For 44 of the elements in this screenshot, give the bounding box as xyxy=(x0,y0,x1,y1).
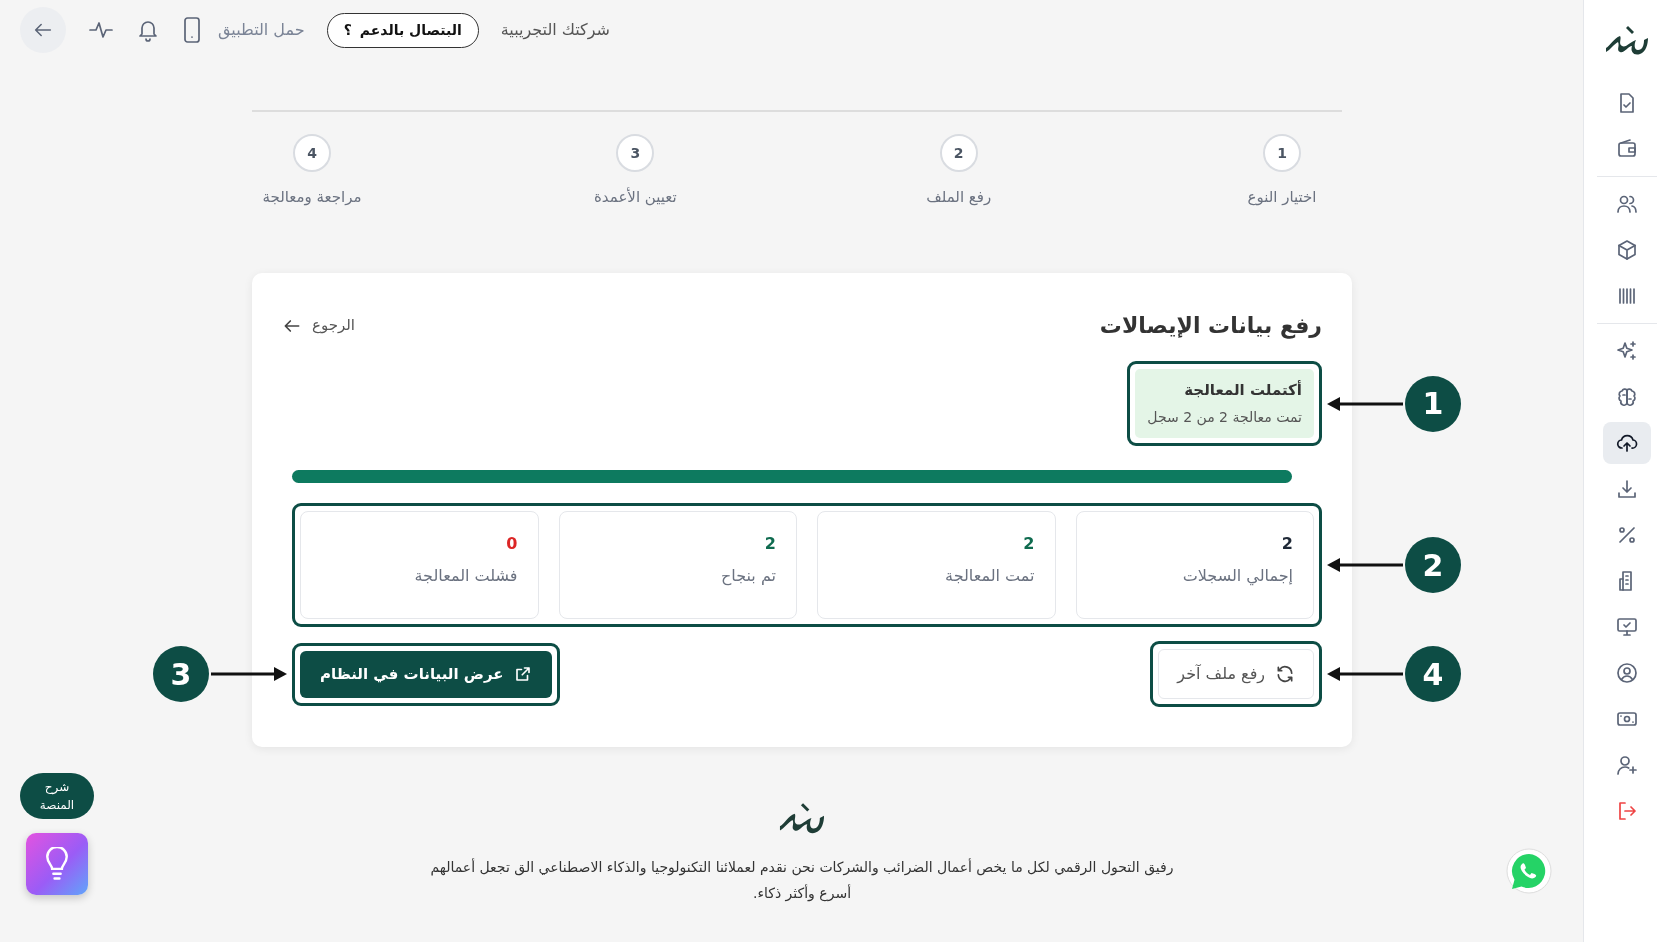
callout-number: 1 xyxy=(1405,375,1461,432)
step-label: مراجعة ومعالجة xyxy=(262,187,362,208)
external-link-icon xyxy=(513,665,532,684)
footer-tagline: رفيق التحول الرقمي لكل ما يخص أعمال الضرائب والشركات نحن نقدم لعملائنا التكنولوجيا والذكاء الاصطناعي الق تجعل أعمالهم أسرع وأكثر ذكاء. xyxy=(429,857,1175,904)
company-name: شركتك التجريبية xyxy=(500,19,610,42)
stat-label: تمت المعالجة xyxy=(944,565,1035,588)
download-app-link[interactable]: حمل التطبيق xyxy=(182,16,305,44)
status-title: أكتملت المعالجة xyxy=(1183,379,1302,401)
stat-value: 2 xyxy=(1022,533,1035,556)
platform-guide-button[interactable]: شرح المنصة xyxy=(20,773,94,819)
phone-icon xyxy=(182,16,202,44)
cube-icon xyxy=(1615,238,1639,262)
stat-label: فشلت المعالجة xyxy=(413,565,518,588)
stat-value: 2 xyxy=(1280,533,1293,556)
view-data-button[interactable]: عرض البيانات في النظام xyxy=(300,651,552,698)
stat-label: إجمالي السجلات xyxy=(1181,565,1293,588)
support-button[interactable]: البتصال بالدعم ؟ xyxy=(326,12,479,48)
callout-number: 3 xyxy=(153,646,209,703)
sidebar-item[interactable] xyxy=(1603,422,1651,464)
step-number: 3 xyxy=(616,134,655,172)
step-label: رفع الملف xyxy=(926,187,992,208)
back-link[interactable]: الرجوع xyxy=(282,314,355,337)
step-number: 2 xyxy=(939,134,978,172)
stat-value: 2 xyxy=(763,533,776,556)
monitor-check-icon xyxy=(1615,615,1639,639)
user-plus-icon xyxy=(1615,753,1639,777)
back-button[interactable] xyxy=(20,7,66,53)
callout-number: 4 xyxy=(1405,646,1461,703)
user-circle-icon xyxy=(1615,661,1639,685)
step-label: اختيار النوع xyxy=(1247,187,1317,208)
status-detail: تمت معالجة 2 من 2 سجل xyxy=(1147,408,1302,428)
stat-label: تم بنجاح xyxy=(720,565,776,588)
stat-value: 0 xyxy=(505,533,518,556)
sparkles-icon xyxy=(1615,339,1639,363)
download-icon xyxy=(1615,477,1639,501)
step-label: تعيين الأعمدة xyxy=(594,186,677,208)
callout-number: 2 xyxy=(1405,537,1461,594)
brain-icon xyxy=(1615,385,1639,409)
step-number: 4 xyxy=(293,134,331,172)
upload-another-button[interactable]: رفع ملف آخر xyxy=(1158,649,1314,700)
step-number: 1 xyxy=(1263,134,1301,172)
page-title: رفع بيانات الإيصالات xyxy=(1099,312,1322,339)
tips-button[interactable] xyxy=(26,833,88,895)
refresh-icon xyxy=(1275,664,1295,685)
